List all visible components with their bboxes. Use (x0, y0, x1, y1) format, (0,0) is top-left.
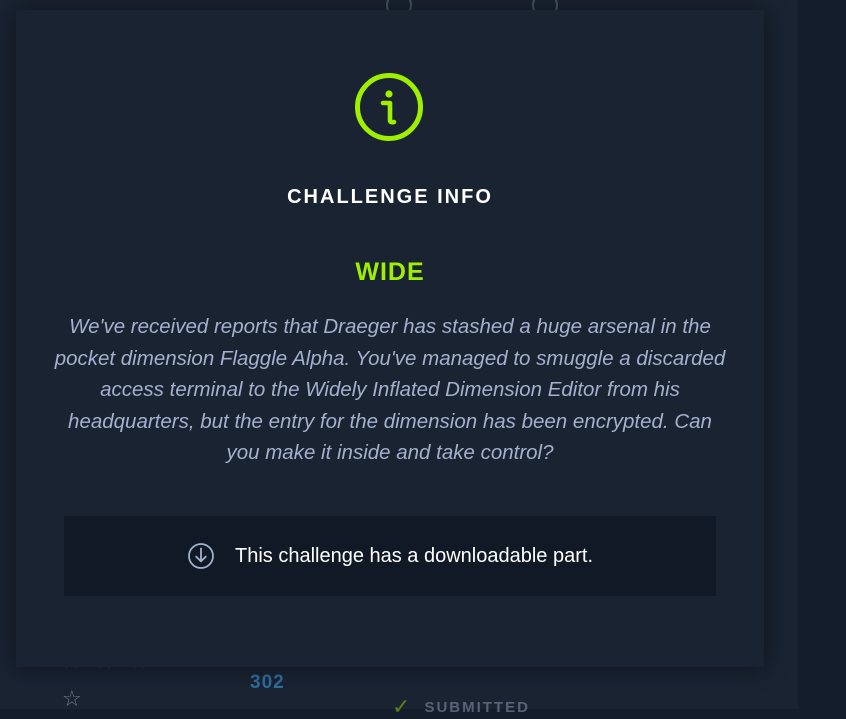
download-text: This challenge has a downloadable part. (234, 544, 594, 567)
submitted-label: SUBMITTED (424, 698, 530, 716)
info-icon (354, 72, 424, 142)
modal-title: CHALLENGE INFO (287, 186, 493, 208)
challenge-name: WIDE (355, 258, 425, 286)
background-right-gutter (798, 0, 846, 709)
download-icon (187, 542, 215, 570)
submitted-status: ✓ SUBMITTED (392, 696, 530, 718)
challenge-info-modal: CHALLENGE INFO WIDE We've received repor… (16, 10, 764, 667)
check-icon: ✓ (392, 694, 411, 719)
solves-count: 302 (250, 672, 285, 693)
download-button[interactable]: This challenge has a downloadable part. (64, 516, 716, 596)
favorite-star-icon: ☆ (62, 686, 82, 711)
challenge-description: We've received reports that Draeger has … (54, 315, 726, 464)
